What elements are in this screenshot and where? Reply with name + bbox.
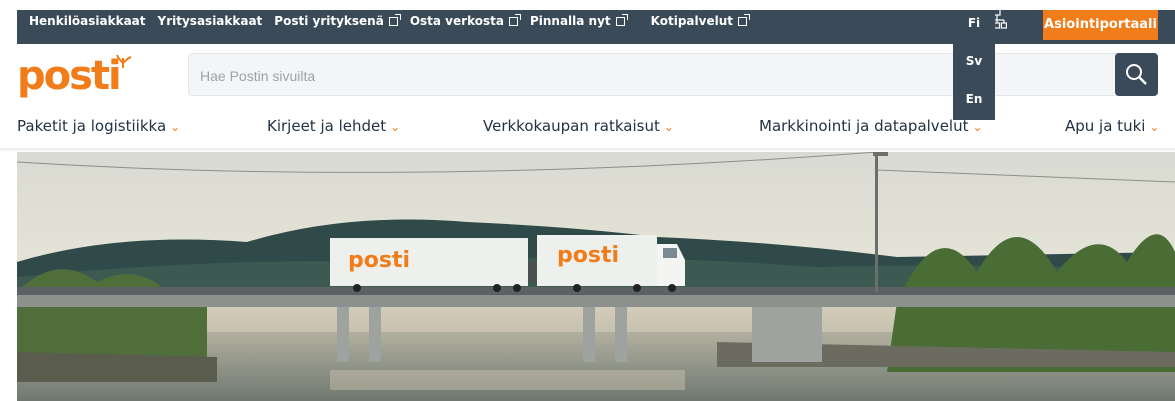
external-link-icon — [388, 13, 401, 26]
language-option-sv[interactable]: Sv — [953, 48, 995, 86]
external-link-icon — [615, 13, 628, 26]
nav-label: Markkinointi ja datapalvelut — [759, 117, 969, 135]
asiointiportaali-button[interactable]: Asiointiportaali — [1043, 10, 1158, 40]
toplink-label: Osta verkosta — [409, 14, 504, 28]
svg-text:posti: posti — [17, 54, 120, 99]
nav-item-markkinointi[interactable]: Markkinointi ja datapalvelut ⌄ — [759, 117, 983, 135]
language-dropdown: Fi Sv En — [953, 10, 995, 120]
language-option-fi[interactable]: Fi — [953, 10, 995, 48]
toplink-label: Posti yrityksenä — [274, 14, 384, 28]
toplink-kotipalvelut[interactable]: Kotipalvelut — [650, 13, 750, 28]
chevron-down-icon: ⌄ — [663, 120, 674, 134]
search-input[interactable] — [189, 54, 902, 97]
nav-label: Kirjeet ja lehdet — [267, 117, 387, 135]
nav-item-paketit[interactable]: Paketit ja logistiikka ⌄ — [17, 117, 180, 135]
truck-logo-front: posti — [557, 243, 619, 268]
toplink-henkiloasiakkaat[interactable]: Henkilöasiakkaat — [29, 14, 146, 28]
language-option-en[interactable]: En — [953, 86, 995, 124]
external-link-icon — [738, 13, 750, 26]
nav-label: Paketit ja logistiikka — [17, 117, 167, 135]
toplink-label: Henkilöasiakkaat — [29, 14, 146, 28]
chevron-down-icon: ⌄ — [1149, 120, 1160, 134]
external-link-icon — [508, 13, 521, 26]
nav-label: Apu ja tuki — [1065, 117, 1146, 135]
nav-item-apu[interactable]: Apu ja tuki ⌄ — [1065, 117, 1160, 135]
nav-item-kirjeet[interactable]: Kirjeet ja lehdet ⌄ — [267, 117, 400, 135]
truck-on-bridge-photo: posti posti — [17, 152, 1175, 401]
toplink-yritysasiakkaat[interactable]: Yritysasiakkaat — [158, 14, 263, 28]
toplink-label: Pinnalla nyt — [529, 14, 611, 28]
main-navigation: Paketit ja logistiikka ⌄ Kirjeet ja lehde… — [17, 112, 1175, 148]
toplink-posti-yrityksena[interactable]: Posti yrityksenä — [274, 13, 401, 28]
toplink-label: Yritysasiakkaat — [157, 14, 263, 28]
search-icon — [1126, 64, 1147, 85]
toplink-label: Kotipalvelut — [650, 14, 733, 28]
search-bar — [188, 53, 1143, 97]
truck-logo-trailer: posti — [348, 248, 410, 273]
chevron-down-icon: ⌄ — [170, 120, 181, 134]
search-button[interactable] — [1115, 53, 1158, 96]
toplink-pinnalla-nyt[interactable]: Pinnalla nyt — [529, 13, 628, 28]
posti-logo[interactable]: posti — [17, 54, 137, 106]
chevron-down-icon: ⌄ — [390, 120, 401, 134]
hero-image: posti posti — [17, 152, 1175, 401]
top-links: Henkilöasiakkaat Yritysasiakkaat Posti y… — [29, 10, 759, 32]
nav-label: Verkkokaupan ratkaisut — [483, 117, 660, 135]
toplink-osta-verkosta[interactable]: Osta verkosta — [409, 13, 521, 28]
nav-item-verkkokauppa[interactable]: Verkkokaupan ratkaisut ⌄ — [483, 117, 674, 135]
